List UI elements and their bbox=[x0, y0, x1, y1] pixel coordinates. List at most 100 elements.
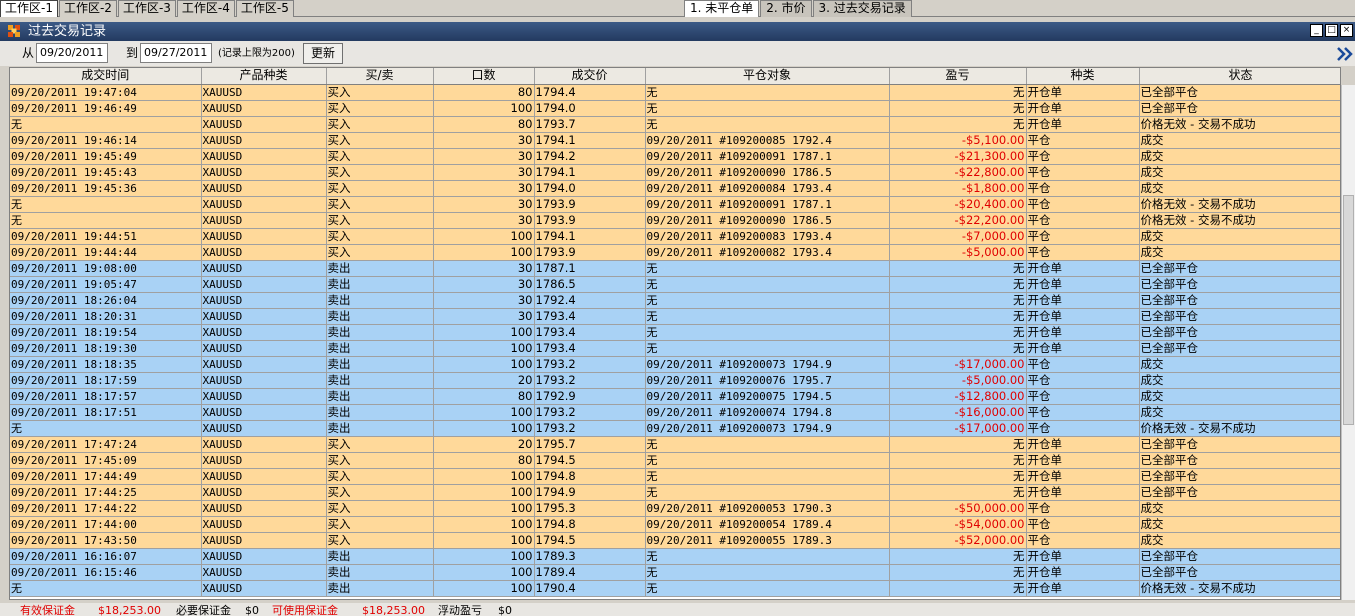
from-date-input[interactable]: 09/20/2011 bbox=[36, 43, 108, 63]
scrollbar-thumb[interactable] bbox=[1343, 195, 1354, 425]
table-row[interactable]: 09/20/2011 19:44:44 XAUUSD 买入 100 1793.9 09/2… bbox=[10, 244, 1340, 261]
table-row[interactable]: 09/20/2011 18:26:04 XAUUSD 卖出 30 1792.4 无无开仓单… bbox=[10, 292, 1340, 309]
col-header-close-target[interactable]: 平仓对象 bbox=[645, 68, 890, 85]
col-header-price[interactable]: 成交价 bbox=[534, 68, 646, 85]
tab-market-price[interactable]: 2. 市价 bbox=[760, 0, 812, 17]
cell-quantity: 30 bbox=[433, 148, 535, 165]
cell-close-target: 无 bbox=[645, 292, 890, 309]
tab-workspace-1[interactable]: 工作区-1 bbox=[0, 0, 58, 17]
cell-product: XAUUSD bbox=[201, 356, 327, 373]
col-header-pnl[interactable]: 盈亏 bbox=[889, 68, 1027, 85]
double-chevron-right-icon[interactable] bbox=[1335, 44, 1355, 64]
cell-time: 09/20/2011 19:44:44 bbox=[10, 244, 202, 261]
table-row[interactable]: 09/20/2011 18:17:59 XAUUSD 卖出 20 1793.2 09/20… bbox=[10, 372, 1340, 389]
cell-side: 卖出 bbox=[326, 420, 434, 437]
table-row[interactable]: 09/20/2011 19:47:04 XAUUSD 买入 80 1794.4 无无开仓单… bbox=[10, 84, 1340, 101]
table-row[interactable]: 09/20/2011 19:44:51 XAUUSD 买入 100 1794.1 09/2… bbox=[10, 228, 1340, 245]
table-row[interactable]: 09/20/2011 16:16:07 XAUUSD 卖出 100 1789.3 无无开仓… bbox=[10, 548, 1340, 565]
cell-price: 1794.1 bbox=[534, 228, 646, 245]
close-icon[interactable]: × bbox=[1340, 24, 1353, 37]
cell-status: 成交 bbox=[1139, 132, 1340, 149]
table-row[interactable]: 09/20/2011 18:19:54 XAUUSD 卖出 100 1793.4 无无开仓… bbox=[10, 324, 1340, 341]
filter-bar: 从 09/20/2011 到 09/27/2011 (记录上限为200) 更新 bbox=[0, 41, 1355, 66]
cell-price: 1794.9 bbox=[534, 484, 646, 501]
table-row[interactable]: 09/20/2011 17:44:49 XAUUSD 买入 100 1794.8 无无开仓… bbox=[10, 468, 1340, 485]
col-header-type[interactable]: 种类 bbox=[1026, 68, 1140, 85]
cell-type: 开仓单 bbox=[1026, 564, 1140, 581]
table-row[interactable]: 09/20/2011 18:18:35 XAUUSD 卖出 100 1793.2 09/2… bbox=[10, 356, 1340, 373]
cell-price: 1793.2 bbox=[534, 404, 646, 421]
col-header-product[interactable]: 产品种类 bbox=[201, 68, 327, 85]
cell-quantity: 100 bbox=[433, 548, 535, 565]
refresh-button[interactable]: 更新 bbox=[303, 43, 343, 64]
floating-pl-value: $0 bbox=[498, 604, 512, 616]
minimize-icon[interactable]: _ bbox=[1310, 24, 1323, 37]
tab-workspace-2[interactable]: 工作区-2 bbox=[58, 0, 117, 17]
col-header-status[interactable]: 状态 bbox=[1139, 68, 1340, 85]
cell-product: XAUUSD bbox=[201, 292, 327, 309]
to-date-input[interactable]: 09/27/2011 bbox=[140, 43, 212, 63]
table-row[interactable]: 09/20/2011 19:08:00 XAUUSD 卖出 30 1787.1 无无开仓单… bbox=[10, 260, 1340, 277]
cell-status: 已全部平仓 bbox=[1139, 100, 1340, 117]
cell-pnl: -$54,000.00 bbox=[889, 516, 1027, 533]
tab-workspace-5[interactable]: 工作区-5 bbox=[235, 0, 294, 17]
table-row[interactable]: 09/20/2011 19:45:36 XAUUSD 买入 30 1794.0 09/20… bbox=[10, 180, 1340, 197]
cell-type: 平仓 bbox=[1026, 212, 1140, 229]
table-row[interactable]: 09/20/2011 19:05:47 XAUUSD 卖出 30 1786.5 无无开仓单… bbox=[10, 276, 1340, 293]
cell-close-target: 无 bbox=[645, 436, 890, 453]
table-row[interactable]: 09/20/2011 17:44:22 XAUUSD 买入 100 1795.3 09/2… bbox=[10, 500, 1340, 517]
table-row[interactable]: 无 XAUUSD 买入 30 1793.9 09/20/2011 #109200090 1… bbox=[10, 212, 1340, 229]
cell-pnl: 无 bbox=[889, 308, 1027, 325]
table-row[interactable]: 09/20/2011 17:45:09 XAUUSD 买入 80 1794.5 无无开仓单… bbox=[10, 452, 1340, 469]
cell-product: XAUUSD bbox=[201, 180, 327, 197]
maximize-icon[interactable]: □ bbox=[1325, 24, 1338, 37]
table-row[interactable]: 09/20/2011 19:46:14 XAUUSD 买入 30 1794.1 09/20… bbox=[10, 132, 1340, 149]
vertical-scrollbar[interactable] bbox=[1341, 85, 1355, 600]
table-row[interactable]: 无 XAUUSD 卖出 100 1793.2 09/20/2011 #109200073 … bbox=[10, 420, 1340, 437]
tab-open-positions[interactable]: 1. 未平仓单 bbox=[684, 0, 760, 17]
cell-quantity: 100 bbox=[433, 404, 535, 421]
cell-pnl: 无 bbox=[889, 100, 1027, 117]
table-row[interactable]: 09/20/2011 18:17:57 XAUUSD 卖出 80 1792.9 09/20… bbox=[10, 388, 1340, 405]
cell-status: 成交 bbox=[1139, 356, 1340, 373]
cell-type: 开仓单 bbox=[1026, 84, 1140, 101]
table-row[interactable]: 09/20/2011 17:44:00 XAUUSD 买入 100 1794.8 09/2… bbox=[10, 516, 1340, 533]
table-row[interactable]: 09/20/2011 16:15:46 XAUUSD 卖出 100 1789.4 无无开仓… bbox=[10, 564, 1340, 581]
cell-price: 1793.7 bbox=[534, 116, 646, 133]
cell-quantity: 100 bbox=[433, 580, 535, 597]
cell-price: 1793.9 bbox=[534, 212, 646, 229]
cell-type: 平仓 bbox=[1026, 404, 1140, 421]
cell-time: 09/20/2011 19:44:51 bbox=[10, 228, 202, 245]
cell-product: XAUUSD bbox=[201, 148, 327, 165]
table-row[interactable]: 09/20/2011 18:19:30 XAUUSD 卖出 100 1793.4 无无开仓… bbox=[10, 340, 1340, 357]
table-row[interactable]: 09/20/2011 17:43:50 XAUUSD 买入 100 1794.5 09/2… bbox=[10, 532, 1340, 549]
cell-status: 已全部平仓 bbox=[1139, 340, 1340, 357]
cell-product: XAUUSD bbox=[201, 324, 327, 341]
cell-price: 1793.9 bbox=[534, 196, 646, 213]
col-header-time[interactable]: 成交时间 bbox=[10, 68, 202, 85]
col-header-quantity[interactable]: 口数 bbox=[433, 68, 535, 85]
table-row[interactable]: 09/20/2011 19:46:49 XAUUSD 买入 100 1794.0 无无开仓… bbox=[10, 100, 1340, 117]
table-row[interactable]: 无 XAUUSD 买入 30 1793.9 09/20/2011 #109200091 1… bbox=[10, 196, 1340, 213]
tab-trade-history[interactable]: 3. 过去交易记录 bbox=[812, 0, 912, 17]
table-row[interactable]: 无 XAUUSD 买入 80 1793.7 无无开仓单 价格无效 - 交易不成功 bbox=[10, 116, 1340, 133]
table-row[interactable]: 09/20/2011 17:44:25 XAUUSD 买入 100 1794.9 无无开仓… bbox=[10, 484, 1340, 501]
table-row[interactable]: 09/20/2011 18:17:51 XAUUSD 卖出 100 1793.2 09/2… bbox=[10, 404, 1340, 421]
cell-pnl: -$21,300.00 bbox=[889, 148, 1027, 165]
cell-status: 成交 bbox=[1139, 164, 1340, 181]
table-row[interactable]: 09/20/2011 19:45:49 XAUUSD 买入 30 1794.2 09/20… bbox=[10, 148, 1340, 165]
cell-product: XAUUSD bbox=[201, 212, 327, 229]
cell-type: 平仓 bbox=[1026, 500, 1140, 517]
table-row[interactable]: 无 XAUUSD 卖出 100 1790.4 无无开仓单 价格无效 - 交易不成功 bbox=[10, 580, 1340, 597]
cell-quantity: 100 bbox=[433, 356, 535, 373]
cell-quantity: 80 bbox=[433, 388, 535, 405]
tab-workspace-3[interactable]: 工作区-3 bbox=[117, 0, 176, 17]
table-row[interactable]: 09/20/2011 18:20:31 XAUUSD 卖出 30 1793.4 无无开仓单… bbox=[10, 308, 1340, 325]
floating-pl-label: 浮动盈亏 bbox=[438, 604, 482, 616]
cell-product: XAUUSD bbox=[201, 116, 327, 133]
cell-close-target: 09/20/2011 #109200054 1789.4 bbox=[645, 516, 890, 533]
table-row[interactable]: 09/20/2011 17:47:24 XAUUSD 买入 20 1795.7 无无开仓单… bbox=[10, 436, 1340, 453]
table-row[interactable]: 09/20/2011 19:45:43 XAUUSD 买入 30 1794.1 09/20… bbox=[10, 164, 1340, 181]
col-header-side[interactable]: 买/卖 bbox=[326, 68, 434, 85]
tab-workspace-4[interactable]: 工作区-4 bbox=[176, 0, 235, 17]
